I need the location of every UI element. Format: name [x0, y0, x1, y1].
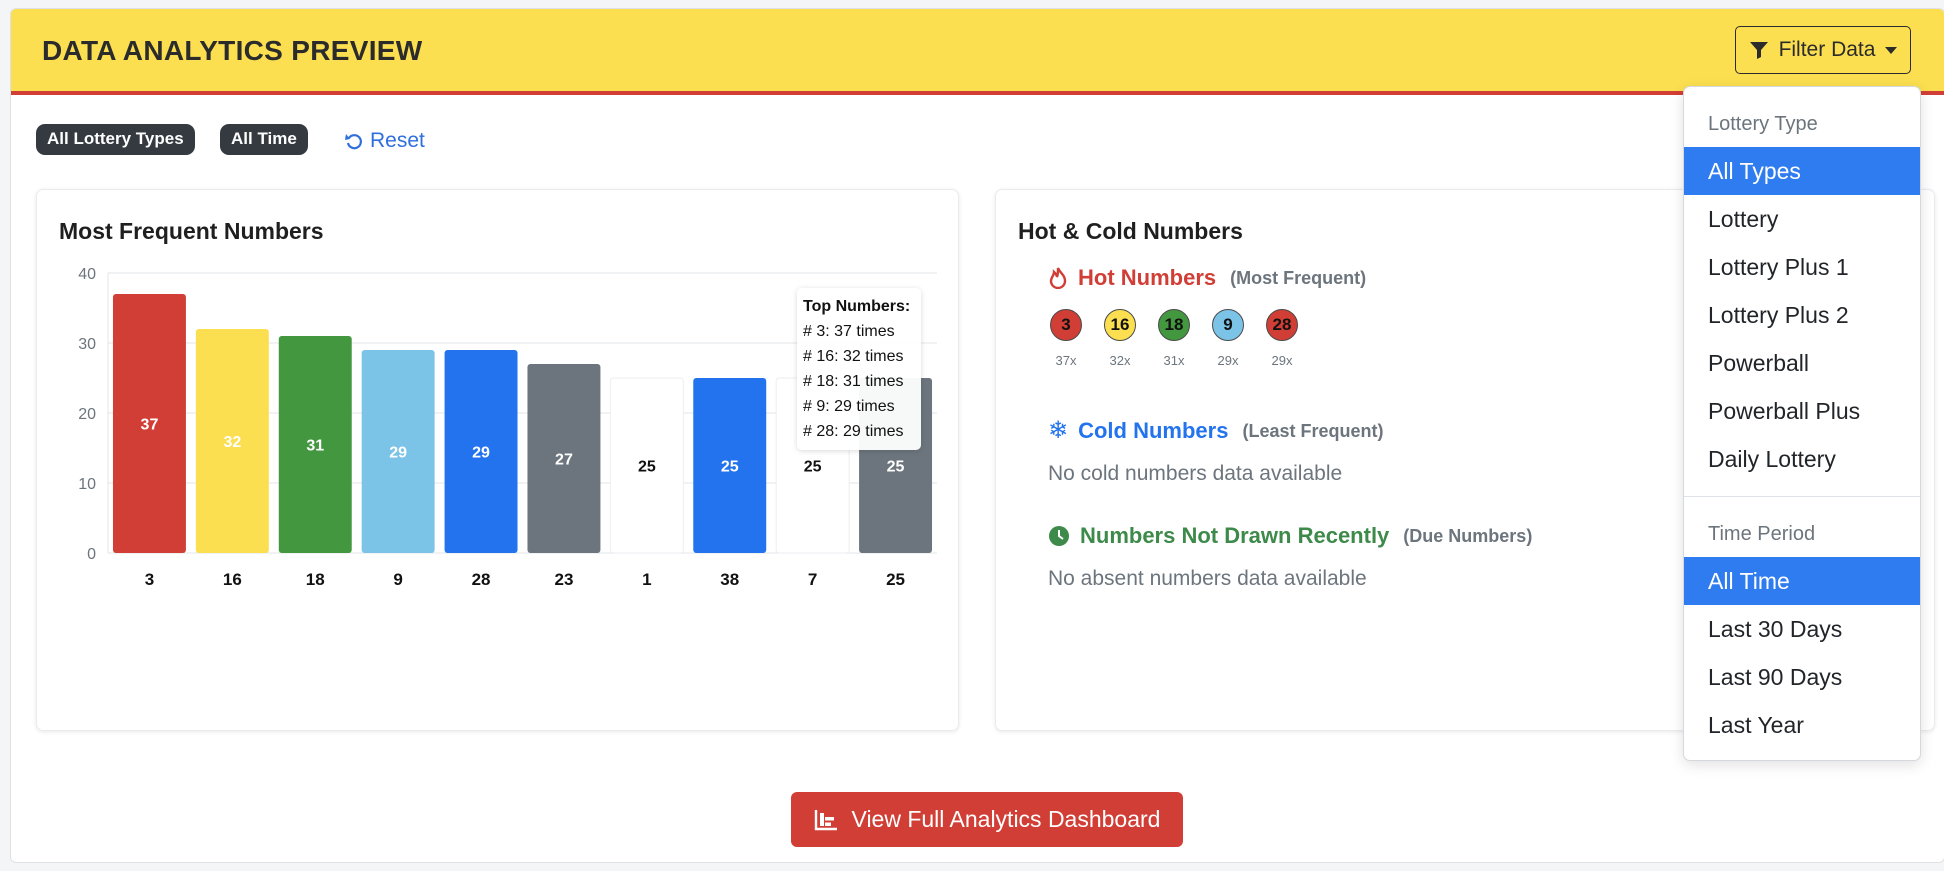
y-tick-label: 30: [78, 336, 96, 353]
tooltip-line: # 28: 29 times: [803, 423, 904, 440]
x-tick-label: 1: [642, 570, 651, 589]
menu-item-last-year[interactable]: Last Year: [1684, 701, 1920, 749]
number-ball: 3: [1050, 309, 1082, 341]
menu-item-last-90-days[interactable]: Last 90 Days: [1684, 653, 1920, 701]
cold-numbers-label: Cold Numbers: [1078, 418, 1229, 443]
x-tick-label: 23: [554, 570, 573, 589]
bar-value-label: 31: [306, 438, 324, 455]
menu-divider: [1684, 496, 1920, 497]
hot-ball-item: 16 32x: [1104, 309, 1136, 368]
fire-icon: [1049, 267, 1067, 289]
x-tick-label: 16: [223, 570, 242, 589]
cold-numbers-sub: (Least Frequent): [1242, 420, 1384, 441]
filter-icon: [1749, 42, 1768, 59]
tooltip-line: # 9: 29 times: [803, 398, 895, 415]
bar-value-label: 29: [472, 445, 490, 462]
reset-link[interactable]: Reset: [344, 129, 425, 153]
cold-numbers-section: ❄ Cold Numbers (Least Frequent) No cold …: [1048, 418, 1383, 486]
menu-item-lottery-plus-1[interactable]: Lottery Plus 1: [1684, 243, 1920, 291]
chart-tooltip: Top Numbers: # 3: 37 times # 16: 32 time…: [797, 288, 921, 450]
hot-ball-item: 28 29x: [1266, 309, 1298, 368]
hot-ball-item: 3 37x: [1050, 309, 1082, 368]
x-tick-label: 9: [393, 570, 402, 589]
chip-lottery-type: All Lottery Types: [36, 124, 195, 155]
number-ball: 16: [1104, 309, 1136, 341]
due-numbers-section: Numbers Not Drawn Recently (Due Numbers)…: [1048, 523, 1532, 591]
menu-item-powerball[interactable]: Powerball: [1684, 339, 1920, 387]
bar-value-label: 32: [223, 434, 241, 451]
cold-empty-message: No cold numbers data available: [1048, 462, 1343, 485]
x-tick-label: 18: [306, 570, 325, 589]
tooltip-line: # 18: 31 times: [803, 373, 904, 390]
most-frequent-card: Most Frequent Numbers 0 10 20 30 40 37 3 32 16 31…: [36, 189, 959, 731]
y-tick-label: 40: [78, 266, 96, 283]
y-tick-label: 10: [78, 476, 96, 493]
x-tick-label: 7: [808, 570, 817, 589]
bar-value-label: 25: [721, 459, 739, 476]
menu-item-lottery-plus-2[interactable]: Lottery Plus 2: [1684, 291, 1920, 339]
menu-item-daily-lottery[interactable]: Daily Lottery: [1684, 435, 1920, 483]
x-tick-label: 28: [472, 570, 491, 589]
hot-ball-row: 3 37x 16 32x 18 31x 9 29x 28 29x: [1050, 309, 1298, 368]
bar-chart-icon: [814, 809, 837, 830]
ball-count: 29x: [1271, 353, 1293, 368]
frequency-bar-chart: 0 10 20 30 40 37 3 32 16 31 18 29 9 29 28 27 23 25 1 25 38 25…: [78, 266, 937, 589]
ball-count: 37x: [1055, 353, 1077, 368]
filter-dropdown-menu: Lottery Type All Types Lottery Lottery P…: [1683, 86, 1921, 761]
snowflake-icon: ❄: [1048, 417, 1069, 444]
ball-count: 29x: [1217, 353, 1239, 368]
y-tick-label: 20: [78, 406, 96, 423]
hot-numbers-section: Hot Numbers (Most Frequent): [1048, 265, 1366, 291]
menu-header-lottery-type: Lottery Type: [1708, 113, 1818, 135]
hot-numbers-sub: (Most Frequent): [1230, 267, 1367, 288]
ball-count: 32x: [1109, 353, 1131, 368]
menu-item-lottery[interactable]: Lottery: [1684, 195, 1920, 243]
number-ball: 9: [1212, 309, 1244, 341]
x-tick-label: 38: [720, 570, 739, 589]
analytics-preview-panel: DATA ANALYTICS PREVIEW Filter Data All L…: [10, 8, 1944, 863]
header-bar: DATA ANALYTICS PREVIEW Filter Data: [11, 9, 1944, 95]
hot-cold-title: Hot & Cold Numbers: [1018, 218, 1243, 244]
x-tick-label: 25: [886, 570, 905, 589]
undo-icon: [345, 134, 362, 150]
bar-value-label: 25: [638, 459, 656, 476]
menu-item-all-types[interactable]: All Types: [1684, 147, 1920, 195]
number-ball: 28: [1266, 309, 1298, 341]
due-numbers-label: Numbers Not Drawn Recently: [1080, 523, 1390, 548]
bar-value-label: 27: [555, 452, 573, 469]
menu-item-all-time[interactable]: All Time: [1684, 557, 1920, 605]
menu-header-time-period: Time Period: [1708, 523, 1816, 545]
bar-value-label: 37: [141, 417, 159, 434]
filter-data-label: Filter Data: [1778, 38, 1876, 61]
caret-down-icon: [1885, 46, 1898, 54]
bar-value-label: 29: [389, 445, 407, 462]
menu-item-powerball-plus[interactable]: Powerball Plus: [1684, 387, 1920, 435]
clock-icon: [1049, 526, 1069, 546]
hot-ball-item: 9 29x: [1212, 309, 1244, 368]
hot-ball-item: 18 31x: [1158, 309, 1190, 368]
bar-value-label: 25: [887, 459, 905, 476]
x-tick-label: 3: [145, 570, 154, 589]
view-dashboard-label: View Full Analytics Dashboard: [851, 806, 1161, 832]
tooltip-title: Top Numbers:: [803, 298, 911, 315]
hot-numbers-label: Hot Numbers: [1078, 265, 1217, 290]
ball-count: 31x: [1163, 353, 1185, 368]
due-empty-message: No absent numbers data available: [1048, 567, 1367, 590]
due-numbers-sub: (Due Numbers): [1403, 525, 1533, 546]
tooltip-line: # 3: 37 times: [803, 323, 895, 340]
y-tick-label: 0: [87, 546, 96, 563]
page-title: DATA ANALYTICS PREVIEW: [42, 35, 423, 66]
view-dashboard-button[interactable]: View Full Analytics Dashboard: [791, 792, 1183, 847]
filter-data-button[interactable]: Filter Data: [1735, 26, 1911, 74]
tooltip-line: # 16: 32 times: [803, 348, 904, 365]
reset-label: Reset: [370, 129, 425, 152]
chip-time-period: All Time: [220, 124, 308, 155]
number-ball: 18: [1158, 309, 1190, 341]
menu-item-last-30-days[interactable]: Last 30 Days: [1684, 605, 1920, 653]
bar-value-label: 25: [804, 459, 822, 476]
